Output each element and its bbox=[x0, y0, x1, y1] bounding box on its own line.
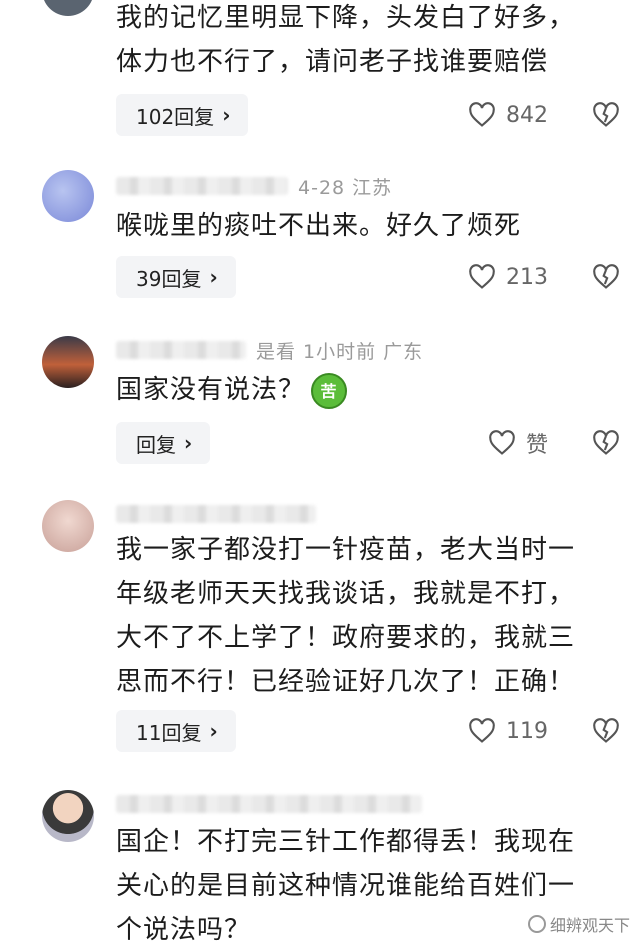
avatar[interactable] bbox=[42, 500, 94, 552]
comment-text: 国家没有说法？苦 bbox=[116, 368, 616, 412]
dislike-button[interactable] bbox=[592, 94, 620, 136]
comment-text: 我的记忆里明显下降，头发白了好多， 体力也不行了，请问老子找谁要赔偿 bbox=[116, 3, 576, 77]
comment-meta: 是看 1小时前 广东 bbox=[116, 338, 423, 363]
heart-icon bbox=[469, 718, 495, 743]
avatar[interactable] bbox=[42, 336, 94, 388]
bitter-sticker-icon: 苦 bbox=[311, 372, 348, 409]
like-button[interactable]: 赞 bbox=[488, 422, 548, 464]
avatar[interactable] bbox=[42, 0, 94, 16]
chevron-right-icon: › bbox=[184, 431, 193, 455]
reply-button[interactable]: 39回复 › bbox=[116, 256, 236, 298]
watermark-logo-icon bbox=[527, 915, 546, 933]
comment-text: 喉咙里的痰吐不出来。好久了烦死 bbox=[116, 211, 522, 241]
dislike-button[interactable] bbox=[592, 710, 620, 752]
chevron-right-icon: › bbox=[209, 719, 218, 743]
comment-meta bbox=[116, 502, 316, 526]
comment-meta bbox=[116, 792, 422, 816]
username-blurred bbox=[116, 505, 316, 523]
heart-icon bbox=[469, 102, 495, 127]
heart-icon bbox=[489, 430, 515, 455]
comment-meta: 4-28 江苏 bbox=[116, 174, 392, 199]
dislike-button[interactable] bbox=[592, 256, 620, 298]
avatar[interactable] bbox=[42, 170, 94, 222]
like-button[interactable]: 842 bbox=[468, 94, 548, 136]
heart-icon bbox=[469, 264, 495, 289]
watermark: 细辨观天下 bbox=[527, 912, 630, 936]
reply-button[interactable]: 回复 › bbox=[116, 422, 211, 464]
reply-button[interactable]: 102回复 › bbox=[116, 94, 249, 136]
chevron-right-icon: › bbox=[222, 103, 231, 127]
username-blurred bbox=[116, 341, 246, 359]
username-blurred bbox=[116, 177, 288, 195]
broken-heart-icon bbox=[593, 102, 619, 127]
dislike-button[interactable] bbox=[592, 422, 620, 464]
chevron-right-icon: › bbox=[209, 265, 218, 289]
broken-heart-icon bbox=[593, 430, 619, 455]
username-blurred bbox=[116, 795, 422, 813]
reply-button[interactable]: 11回复 › bbox=[116, 710, 236, 752]
broken-heart-icon bbox=[593, 718, 619, 743]
comment-text: 我一家子都没打一针疫苗，老大当时一 年级老师天天找我谈话，我就是不打， 大不了不… bbox=[116, 535, 576, 697]
avatar[interactable] bbox=[42, 790, 94, 842]
like-button[interactable]: 119 bbox=[468, 710, 548, 752]
broken-heart-icon bbox=[593, 264, 619, 289]
like-button[interactable]: 213 bbox=[468, 256, 548, 298]
